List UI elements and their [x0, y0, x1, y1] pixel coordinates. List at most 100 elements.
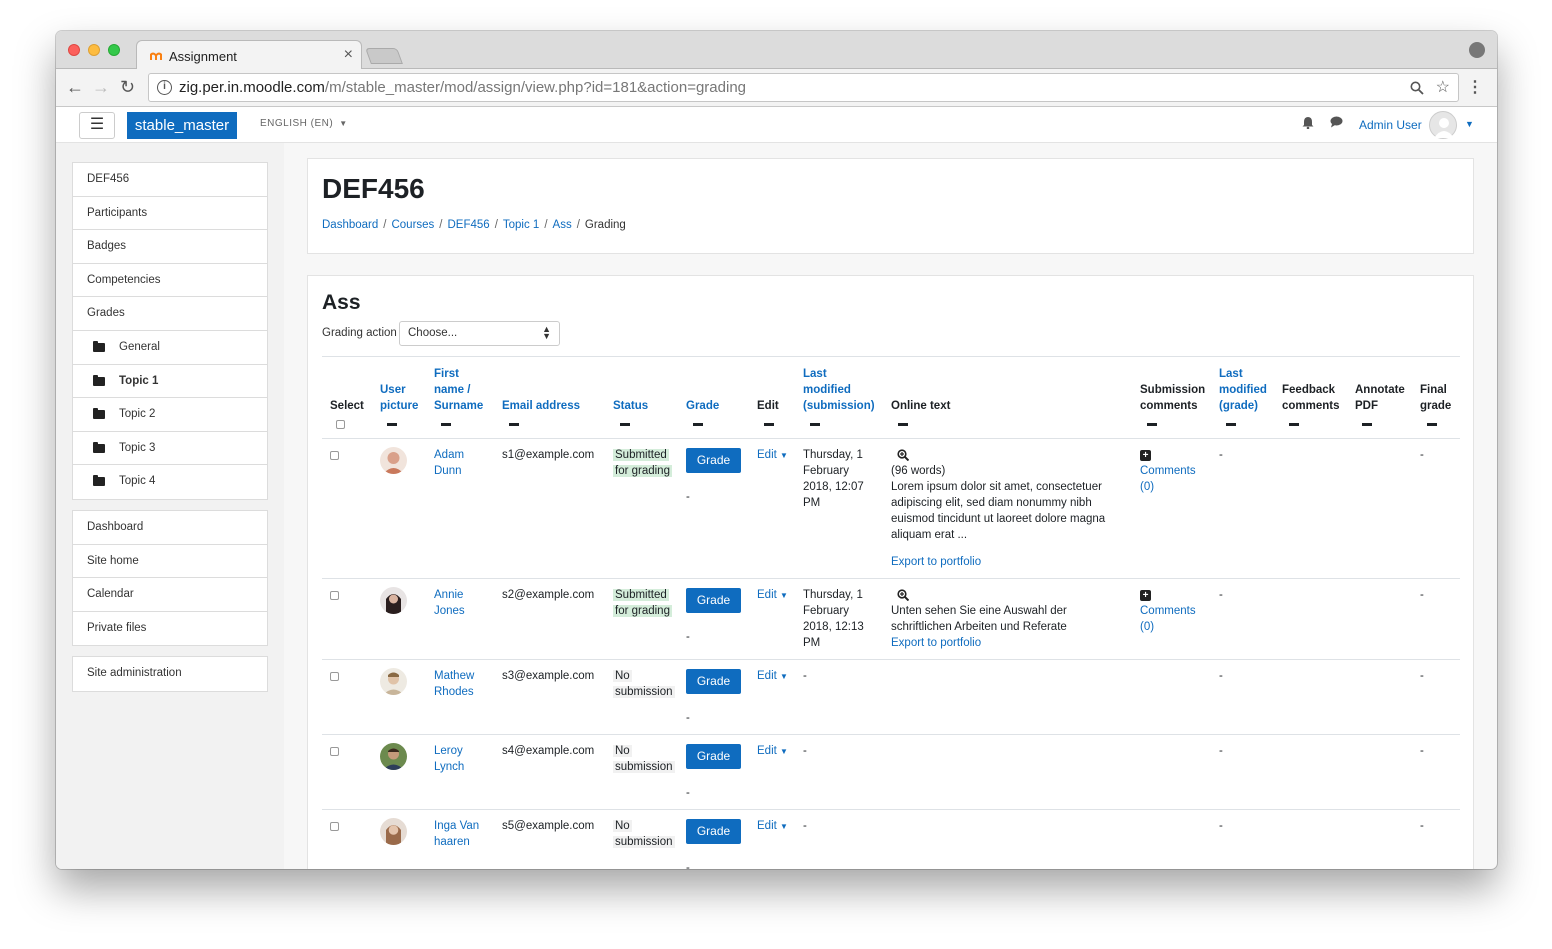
export-to-portfolio-link[interactable]: Export to portfolio — [891, 635, 981, 651]
breadcrumb: Dashboard / Courses / DEF456/Topic 1/Ass / Gra… — [322, 219, 626, 231]
sidebar-item-topic-1[interactable]: Topic 1 — [73, 365, 267, 399]
sidebar-item-general[interactable]: General — [73, 331, 267, 365]
col-last-modified-submission[interactable]: Last modified (submission) — [803, 366, 875, 414]
edit-menu[interactable]: Edit ▼ — [757, 668, 788, 685]
sidebar-item-course[interactable]: DEF456 — [73, 163, 267, 197]
student-name-link[interactable]: Annie Jones — [434, 587, 465, 619]
plus-square-icon[interactable]: + — [1140, 590, 1151, 601]
last-modified-submission: - — [803, 820, 807, 832]
edit-menu[interactable]: Edit ▼ — [757, 447, 788, 464]
sidebar-item-site-administration[interactable]: Site administration — [73, 657, 267, 691]
col-status[interactable]: Status — [613, 398, 648, 414]
breadcrumb-assignment[interactable]: Ass — [553, 219, 572, 231]
hide-column-icon[interactable] — [1147, 423, 1157, 426]
col-last-modified-grade[interactable]: Last modified (grade) — [1219, 366, 1267, 414]
hide-column-icon[interactable] — [387, 423, 397, 426]
breadcrumb-courses[interactable]: Courses — [391, 219, 434, 231]
sidebar-item-participants[interactable]: Participants — [73, 197, 267, 231]
arrow-left-icon[interactable]: ← — [66, 77, 84, 97]
grade-button[interactable]: Grade — [686, 819, 741, 844]
edit-menu[interactable]: Edit ▼ — [757, 818, 788, 835]
avatar[interactable] — [380, 447, 407, 474]
maximize-window-button[interactable] — [108, 44, 120, 56]
student-name-link[interactable]: Adam Dunn — [434, 447, 464, 479]
hide-column-icon[interactable] — [620, 423, 630, 426]
avatar[interactable] — [380, 743, 407, 770]
submission-comments-link[interactable]: Comments (0) — [1140, 463, 1196, 495]
col-name[interactable]: First name / Surname — [434, 366, 483, 414]
sidebar-item-topic-4[interactable]: Topic 4 — [73, 465, 267, 499]
caret-down-icon[interactable]: ▼ — [1465, 119, 1474, 129]
student-name-link[interactable]: Leroy Lynch — [434, 743, 464, 775]
submission-comments-link[interactable]: Comments (0) — [1140, 603, 1196, 635]
sidebar-item-badges[interactable]: Badges — [73, 230, 267, 264]
close-window-button[interactable] — [68, 44, 80, 56]
info-icon[interactable]: i — [157, 80, 172, 95]
arrow-right-icon[interactable]: → — [92, 77, 110, 97]
hide-column-icon[interactable] — [441, 423, 451, 426]
col-email[interactable]: Email address — [502, 398, 580, 414]
hide-column-icon[interactable] — [1289, 423, 1299, 426]
plus-square-icon[interactable]: + — [1140, 450, 1151, 461]
zoom-in-icon[interactable] — [897, 449, 909, 461]
site-brand[interactable]: stable_master — [127, 112, 237, 139]
grade-button[interactable]: Grade — [686, 669, 741, 694]
hide-column-icon[interactable] — [1362, 423, 1372, 426]
hide-column-icon[interactable] — [693, 423, 703, 426]
hide-column-icon[interactable] — [509, 423, 519, 426]
zoom-in-icon[interactable] — [897, 589, 909, 601]
sidebar-item-dashboard[interactable]: Dashboard — [73, 511, 267, 545]
row-select-checkbox[interactable] — [330, 822, 339, 831]
hide-column-icon[interactable] — [764, 423, 774, 426]
new-tab-button[interactable] — [365, 48, 403, 64]
minimize-window-button[interactable] — [88, 44, 100, 56]
row-select-checkbox[interactable] — [330, 451, 339, 460]
col-user-picture[interactable]: User picture — [380, 382, 418, 414]
grade-button[interactable]: Grade — [686, 588, 741, 613]
grading-action-select[interactable]: Choose... ▲ ▼ — [399, 321, 560, 346]
edit-menu[interactable]: Edit ▼ — [757, 743, 788, 760]
hide-column-icon[interactable] — [1226, 423, 1236, 426]
search-icon[interactable] — [1410, 81, 1424, 95]
profile-icon[interactable] — [1469, 42, 1485, 58]
drawer-toggle-button[interactable]: ☰ — [79, 112, 115, 139]
sidebar-item-grades[interactable]: Grades — [73, 297, 267, 331]
avatar[interactable] — [1429, 111, 1457, 139]
sidebar-item-calendar[interactable]: Calendar — [73, 578, 267, 612]
user-menu-name[interactable]: Admin User — [1359, 118, 1422, 132]
breadcrumb-dashboard[interactable]: Dashboard — [322, 219, 378, 231]
kebab-menu-icon[interactable]: ⋮ — [1467, 77, 1483, 97]
select-all-checkbox[interactable] — [336, 420, 345, 429]
sidebar-item-topic-2[interactable]: Topic 2 — [73, 398, 267, 432]
sidebar-item-site-home[interactable]: Site home — [73, 545, 267, 579]
address-bar[interactable]: i zig.per.in.moodle.com/m/stable_master/… — [148, 73, 1459, 102]
grade-button[interactable]: Grade — [686, 744, 741, 769]
hide-column-icon[interactable] — [898, 423, 908, 426]
language-menu[interactable]: ENGLISH (EN) ▼ — [260, 118, 348, 129]
row-select-checkbox[interactable] — [330, 591, 339, 600]
avatar[interactable] — [380, 818, 407, 845]
sidebar-item-competencies[interactable]: Competencies — [73, 264, 267, 298]
avatar[interactable] — [380, 587, 407, 614]
student-name-link[interactable]: Inga Van haaren — [434, 818, 479, 850]
bell-icon[interactable] — [1302, 116, 1314, 129]
browser-tab-assignment[interactable]: Assignment × — [136, 40, 362, 70]
edit-menu[interactable]: Edit ▼ — [757, 587, 788, 604]
breadcrumb-topic[interactable]: Topic 1 — [503, 219, 539, 231]
sidebar-item-topic-3[interactable]: Topic 3 — [73, 432, 267, 466]
avatar[interactable] — [380, 668, 407, 695]
hide-column-icon[interactable] — [810, 423, 820, 426]
tab-close-icon[interactable]: × — [344, 46, 353, 64]
breadcrumb-course[interactable]: DEF456 — [448, 219, 490, 231]
hide-column-icon[interactable] — [1427, 423, 1437, 426]
star-icon[interactable]: ☆ — [1436, 77, 1450, 97]
sidebar-item-private-files[interactable]: Private files — [73, 612, 267, 646]
row-select-checkbox[interactable] — [330, 747, 339, 756]
row-select-checkbox[interactable] — [330, 672, 339, 681]
reload-icon[interactable]: ↻ — [120, 77, 135, 97]
student-name-link[interactable]: Mathew Rhodes — [434, 668, 474, 700]
chat-icon[interactable] — [1330, 116, 1343, 128]
col-grade[interactable]: Grade — [686, 398, 719, 414]
export-to-portfolio-link[interactable]: Export to portfolio — [891, 554, 981, 570]
grade-button[interactable]: Grade — [686, 448, 741, 473]
